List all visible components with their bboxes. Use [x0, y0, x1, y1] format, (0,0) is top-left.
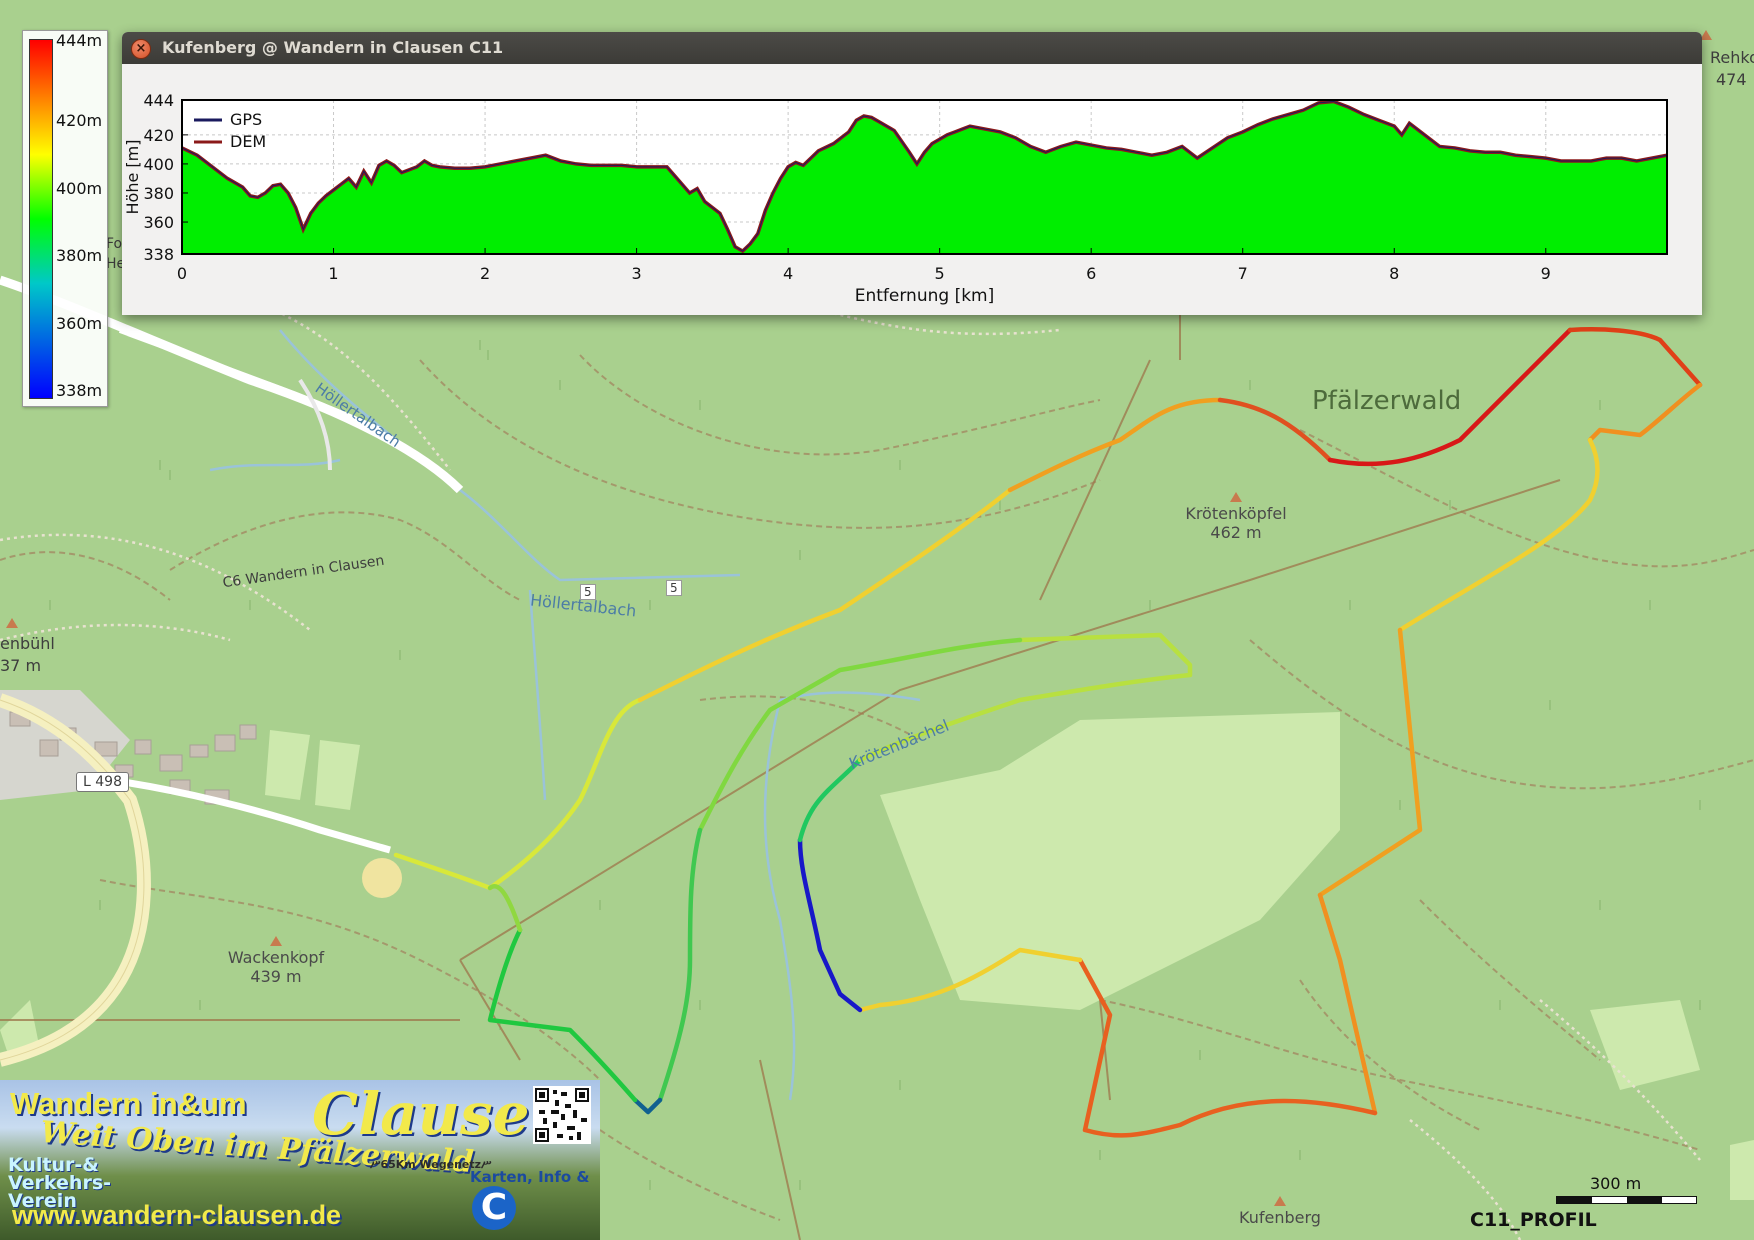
label-pfaelzerwald: Pfälzerwald [1312, 386, 1462, 416]
x-tick-label: 9 [1541, 264, 1551, 283]
label-wegmark-1: 5 [580, 584, 596, 600]
label-buehl-triangle [6, 618, 18, 628]
y-axis-label: Höhe [m] [123, 140, 142, 215]
peak-elevation: 439 m [250, 967, 302, 986]
peak-wackenkopf: Wackenkopf 439 m [216, 936, 336, 986]
brand-info: Karten, Info & [470, 1168, 590, 1186]
x-axis-label: Entfernung [km] [855, 286, 995, 306]
y-tick-label: 444 [143, 91, 174, 110]
elevation-profile-chart: 0 1 2 3 4 5 6 7 8 9 444 420 400 380 360 338 Entfernung [… [123, 91, 1668, 306]
peak-triangle-icon [270, 936, 282, 946]
y-tick-label: 420 [143, 126, 174, 145]
window-title: Kufenberg @ Wandern in Clausen C11 [162, 38, 504, 57]
y-tick-label: 360 [143, 213, 174, 232]
legend-tick: 360m [56, 314, 103, 333]
y-tick-label: 338 [143, 245, 174, 264]
scale-bar-graphic [1556, 1196, 1697, 1204]
elevation-color-legend: 444m 420m 400m 380m 360m 338m [22, 30, 108, 407]
brand-logo: C [472, 1186, 516, 1230]
label-buehl: enbühl [0, 634, 55, 653]
x-tick-label: 0 [177, 264, 187, 283]
peak-kufenberg: Kufenberg [1230, 1196, 1330, 1227]
legend-tick: 444m [56, 31, 103, 50]
brand-url[interactable]: www.wandern-clausen.de [12, 1200, 341, 1231]
x-tick-label: 4 [783, 264, 793, 283]
y-tick-label: 400 [143, 155, 174, 174]
label-wegmark-2: 5 [666, 580, 682, 596]
scale-label: 300 m [1590, 1174, 1642, 1193]
x-tick-label: 2 [480, 264, 490, 283]
legend-entry: GPS [230, 110, 262, 129]
peak-kroetenkoepfel: Krötenköpfel 462 m [1176, 492, 1296, 542]
peak-name: Wackenkopf [227, 948, 325, 967]
legend-tick: 400m [56, 179, 103, 198]
map-scale-bar: 300 m [1556, 1174, 1697, 1204]
color-scale-bar [29, 39, 53, 399]
close-icon[interactable]: × [131, 39, 151, 59]
x-tick-label: 3 [631, 264, 641, 283]
peak-name: Kufenberg [1239, 1208, 1321, 1227]
elevation-profile-window[interactable]: × Kufenberg @ Wandern in Clausen C11 0 1 2… [122, 32, 1702, 315]
x-tick-label: 6 [1086, 264, 1096, 283]
x-tick-label: 8 [1389, 264, 1399, 283]
peak-triangle-icon [1230, 492, 1242, 502]
peak-triangle-icon [1274, 1196, 1286, 1206]
legend-tick: 420m [56, 111, 103, 130]
legend-tick: 338m [56, 381, 103, 400]
label-road-l498: L 498 [76, 772, 129, 792]
branding-banner[interactable]: Wandern in&um Clausen Weit Oben im Pfälz… [0, 1080, 600, 1240]
x-tick-label: 7 [1238, 264, 1248, 283]
label-fo: Fo [106, 236, 123, 252]
profile-name: C11_PROFIL [1470, 1209, 1597, 1231]
peak-name: Krötenköpfel [1185, 504, 1287, 523]
label-rehkopf-elevation: 474 [1716, 70, 1747, 89]
legend-tick: 380m [56, 246, 103, 265]
y-tick-label: 380 [143, 184, 174, 203]
legend-entry: DEM [230, 132, 266, 151]
x-tick-label: 5 [935, 264, 945, 283]
label-buehl-elevation: 37 m [0, 656, 42, 675]
label-rehkopf: Rehko [1710, 48, 1754, 67]
x-tick-label: 1 [328, 264, 338, 283]
peak-elevation: 462 m [1210, 523, 1262, 542]
qr-code-icon[interactable] [533, 1086, 591, 1144]
window-titlebar[interactable]: × Kufenberg @ Wandern in Clausen C11 [122, 32, 1702, 64]
